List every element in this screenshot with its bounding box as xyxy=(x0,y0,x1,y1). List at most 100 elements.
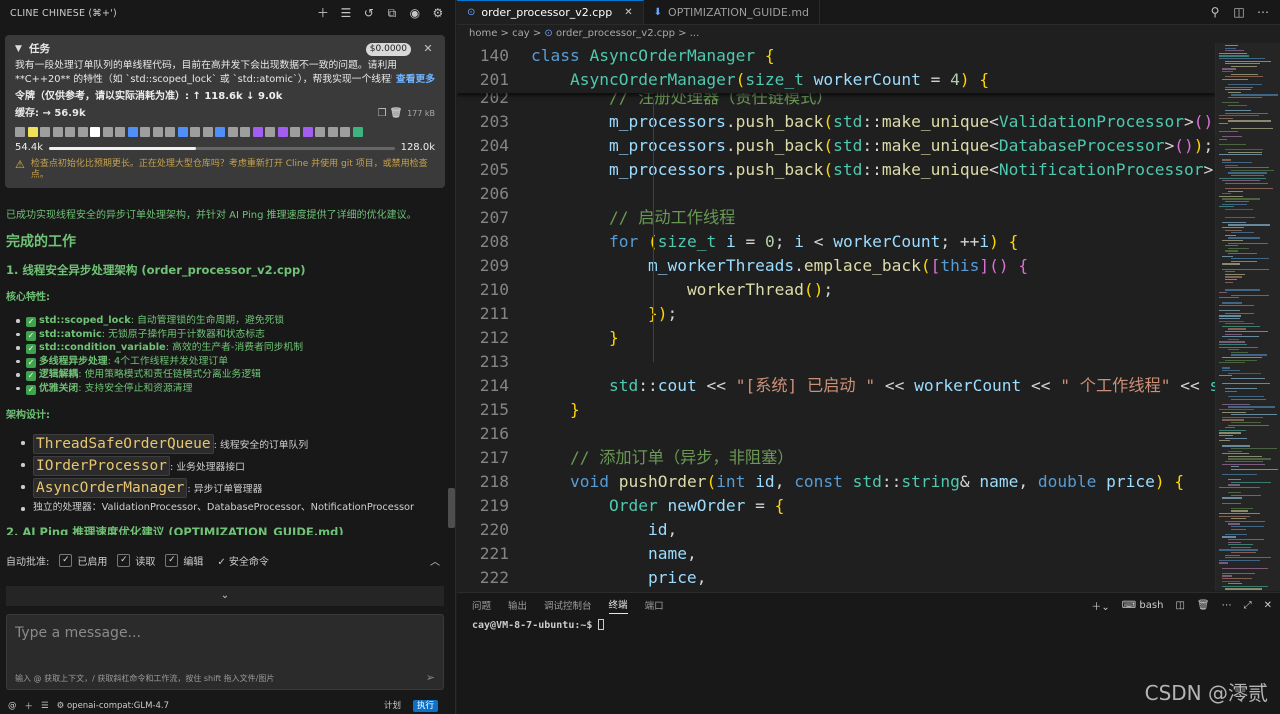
checkpoint-block[interactable] xyxy=(215,127,225,137)
scroll-down-button[interactable]: ⌄ xyxy=(6,586,444,606)
checkpoint-block[interactable] xyxy=(315,127,325,137)
chat-scrollbar[interactable] xyxy=(448,488,455,528)
tab-debug-console[interactable]: 调试控制台 xyxy=(544,598,592,612)
trash-icon[interactable]: 🗑 xyxy=(1197,600,1210,611)
checkpoint-block[interactable] xyxy=(140,127,150,137)
close-icon[interactable]: ✕ xyxy=(624,7,632,18)
code-editor[interactable]: 202 // 注册处理器（责任链模式） 203 m_processors.push… xyxy=(457,43,1215,591)
code-line[interactable]: 220 id, xyxy=(457,518,1215,542)
checkpoint-block[interactable] xyxy=(252,127,263,137)
code-line[interactable]: 214 std::cout << "[系统] 已启动 " << workerCo… xyxy=(457,374,1215,398)
tab-optimization-guide[interactable]: ⬇ OPTIMIZATION_GUIDE.md xyxy=(644,0,821,24)
checkpoint-block[interactable] xyxy=(327,127,338,137)
close-icon[interactable]: ✕ xyxy=(1264,600,1272,611)
code-line[interactable]: 211 }); xyxy=(457,302,1215,326)
gear-icon[interactable]: ⚙ xyxy=(431,6,445,20)
checkpoint-block[interactable] xyxy=(265,127,275,137)
close-icon[interactable]: ✕ xyxy=(421,42,435,56)
sticky-line[interactable]: 201 AsyncOrderManager(size_t workerCount… xyxy=(457,68,1215,92)
code-line[interactable]: 222 price, xyxy=(457,566,1215,590)
list-icon[interactable]: ☰ xyxy=(339,6,353,20)
minimap-line xyxy=(1222,453,1250,455)
edit-checkbox[interactable]: ✓ xyxy=(165,553,179,567)
copy-icon[interactable]: ❐ xyxy=(375,107,389,121)
at-icon[interactable]: @ xyxy=(8,701,17,711)
run-icon[interactable]: ⚲ xyxy=(1208,5,1222,19)
checkpoint-block[interactable] xyxy=(152,127,163,137)
checkpoint-block[interactable] xyxy=(52,127,63,137)
tab-problems[interactable]: 问题 xyxy=(472,598,491,612)
checkpoint-block[interactable] xyxy=(177,127,188,137)
checkpoint-block[interactable] xyxy=(277,127,288,137)
code-line[interactable]: 207 // 启动工作线程 xyxy=(457,206,1215,230)
checkpoint-block[interactable] xyxy=(15,127,25,137)
safe-commands[interactable]: ✓ 安全命令 xyxy=(217,553,269,568)
code-line[interactable]: 218 void pushOrder(int id, const std::st… xyxy=(457,470,1215,494)
code-line[interactable]: 217 // 添加订单（异步，非阻塞） xyxy=(457,446,1215,470)
checkpoint-block[interactable] xyxy=(340,127,350,137)
checkpoint-block[interactable] xyxy=(102,127,113,137)
sticky-scroll[interactable]: 140 class AsyncOrderManager {201 AsyncOrd… xyxy=(457,43,1215,93)
trash-icon[interactable]: 🗑 xyxy=(389,107,403,121)
minimap[interactable] xyxy=(1215,43,1280,591)
tab-order-processor[interactable]: ⊙ order_processor_v2.cpp ✕ xyxy=(457,0,644,24)
code-line[interactable]: 213 xyxy=(457,350,1215,374)
terminal-selector[interactable]: ⌨ bash xyxy=(1122,600,1164,611)
code-line[interactable]: 205 m_processors.push_back(std::make_uni… xyxy=(457,158,1215,182)
code-line[interactable]: 219 Order newOrder = { xyxy=(457,494,1215,518)
chevron-up-icon[interactable]: ︿ xyxy=(430,553,440,568)
checkpoint-block[interactable] xyxy=(27,127,38,137)
code-line[interactable]: 212 } xyxy=(457,326,1215,350)
checkpoint-block[interactable] xyxy=(302,127,313,137)
task-header[interactable]: ▼ 任务 $0.0000 ✕ xyxy=(15,41,435,57)
enabled-checkbox[interactable]: ✓ xyxy=(59,553,73,567)
checkpoint-block[interactable] xyxy=(352,127,363,137)
plus-icon[interactable]: ＋ xyxy=(316,6,330,20)
plan-mode-toggle[interactable]: 计划 xyxy=(380,700,405,712)
checkpoint-block[interactable] xyxy=(202,127,213,137)
model-selector[interactable]: ⚙ openai-compat:GLM-4.7 xyxy=(57,701,372,711)
code-line[interactable]: 206 xyxy=(457,182,1215,206)
send-icon[interactable]: ➢ xyxy=(426,671,435,684)
checkpoint-block[interactable] xyxy=(290,127,300,137)
message-input[interactable]: Type a message... 输入 @ 获取上下文，/ 获取斜杠命令和工作… xyxy=(6,614,444,690)
code-line[interactable]: 215 } xyxy=(457,398,1215,422)
plus-icon[interactable]: ＋ xyxy=(25,700,34,712)
maximize-icon[interactable]: ⤢ xyxy=(1244,600,1252,611)
tab-output[interactable]: 输出 xyxy=(508,598,527,612)
server-icon[interactable]: ☰ xyxy=(41,701,49,711)
checkpoint-block[interactable] xyxy=(90,127,100,137)
checkpoint-block[interactable] xyxy=(127,127,138,137)
tab-ports[interactable]: 端口 xyxy=(645,598,664,612)
checkpoint-block[interactable] xyxy=(190,127,200,137)
history-icon[interactable]: ↺ xyxy=(362,6,376,20)
code-line[interactable]: 204 m_processors.push_back(std::make_uni… xyxy=(457,134,1215,158)
checkpoint-block[interactable] xyxy=(40,127,50,137)
code-line[interactable]: 203 m_processors.push_back(std::make_uni… xyxy=(457,110,1215,134)
code-line[interactable]: 210 workerThread(); xyxy=(457,278,1215,302)
more-icon[interactable]: ⋯ xyxy=(1256,5,1270,19)
split-terminal-icon[interactable]: ◫ xyxy=(1175,600,1184,611)
act-mode-toggle[interactable]: 执行 xyxy=(412,700,438,712)
checkpoint-block[interactable] xyxy=(227,127,238,137)
account-icon[interactable]: ◉ xyxy=(408,6,422,20)
split-editor-icon[interactable]: ◫ xyxy=(1232,5,1246,19)
checkpoint-block[interactable] xyxy=(65,127,75,137)
checkpoint-block[interactable] xyxy=(240,127,250,137)
checkpoint-block[interactable] xyxy=(77,127,88,137)
tab-terminal[interactable]: 终端 xyxy=(608,597,628,614)
checkpoint-block[interactable] xyxy=(115,127,125,137)
checkpoint-block[interactable] xyxy=(165,127,175,137)
new-terminal-icon[interactable]: ＋⌄ xyxy=(1091,598,1109,613)
see-more-link[interactable]: 查看更多 xyxy=(391,73,435,87)
sticky-line[interactable]: 140 class AsyncOrderManager { xyxy=(457,44,1215,68)
code-line[interactable]: 208 for (size_t i = 0; i < workerCount; … xyxy=(457,230,1215,254)
code-line[interactable]: 209 m_workerThreads.emplace_back([this](… xyxy=(457,254,1215,278)
terminal-output[interactable]: cay@VM-8-7-ubuntu:~$ xyxy=(457,619,1280,631)
code-line[interactable]: 216 xyxy=(457,422,1215,446)
more-icon[interactable]: ⋯ xyxy=(1222,600,1232,611)
chevron-down-icon[interactable]: ▼ xyxy=(15,42,29,56)
open-external-icon[interactable]: ⧉ xyxy=(385,6,399,20)
code-line[interactable]: 221 name, xyxy=(457,542,1215,566)
read-checkbox[interactable]: ✓ xyxy=(117,553,131,567)
